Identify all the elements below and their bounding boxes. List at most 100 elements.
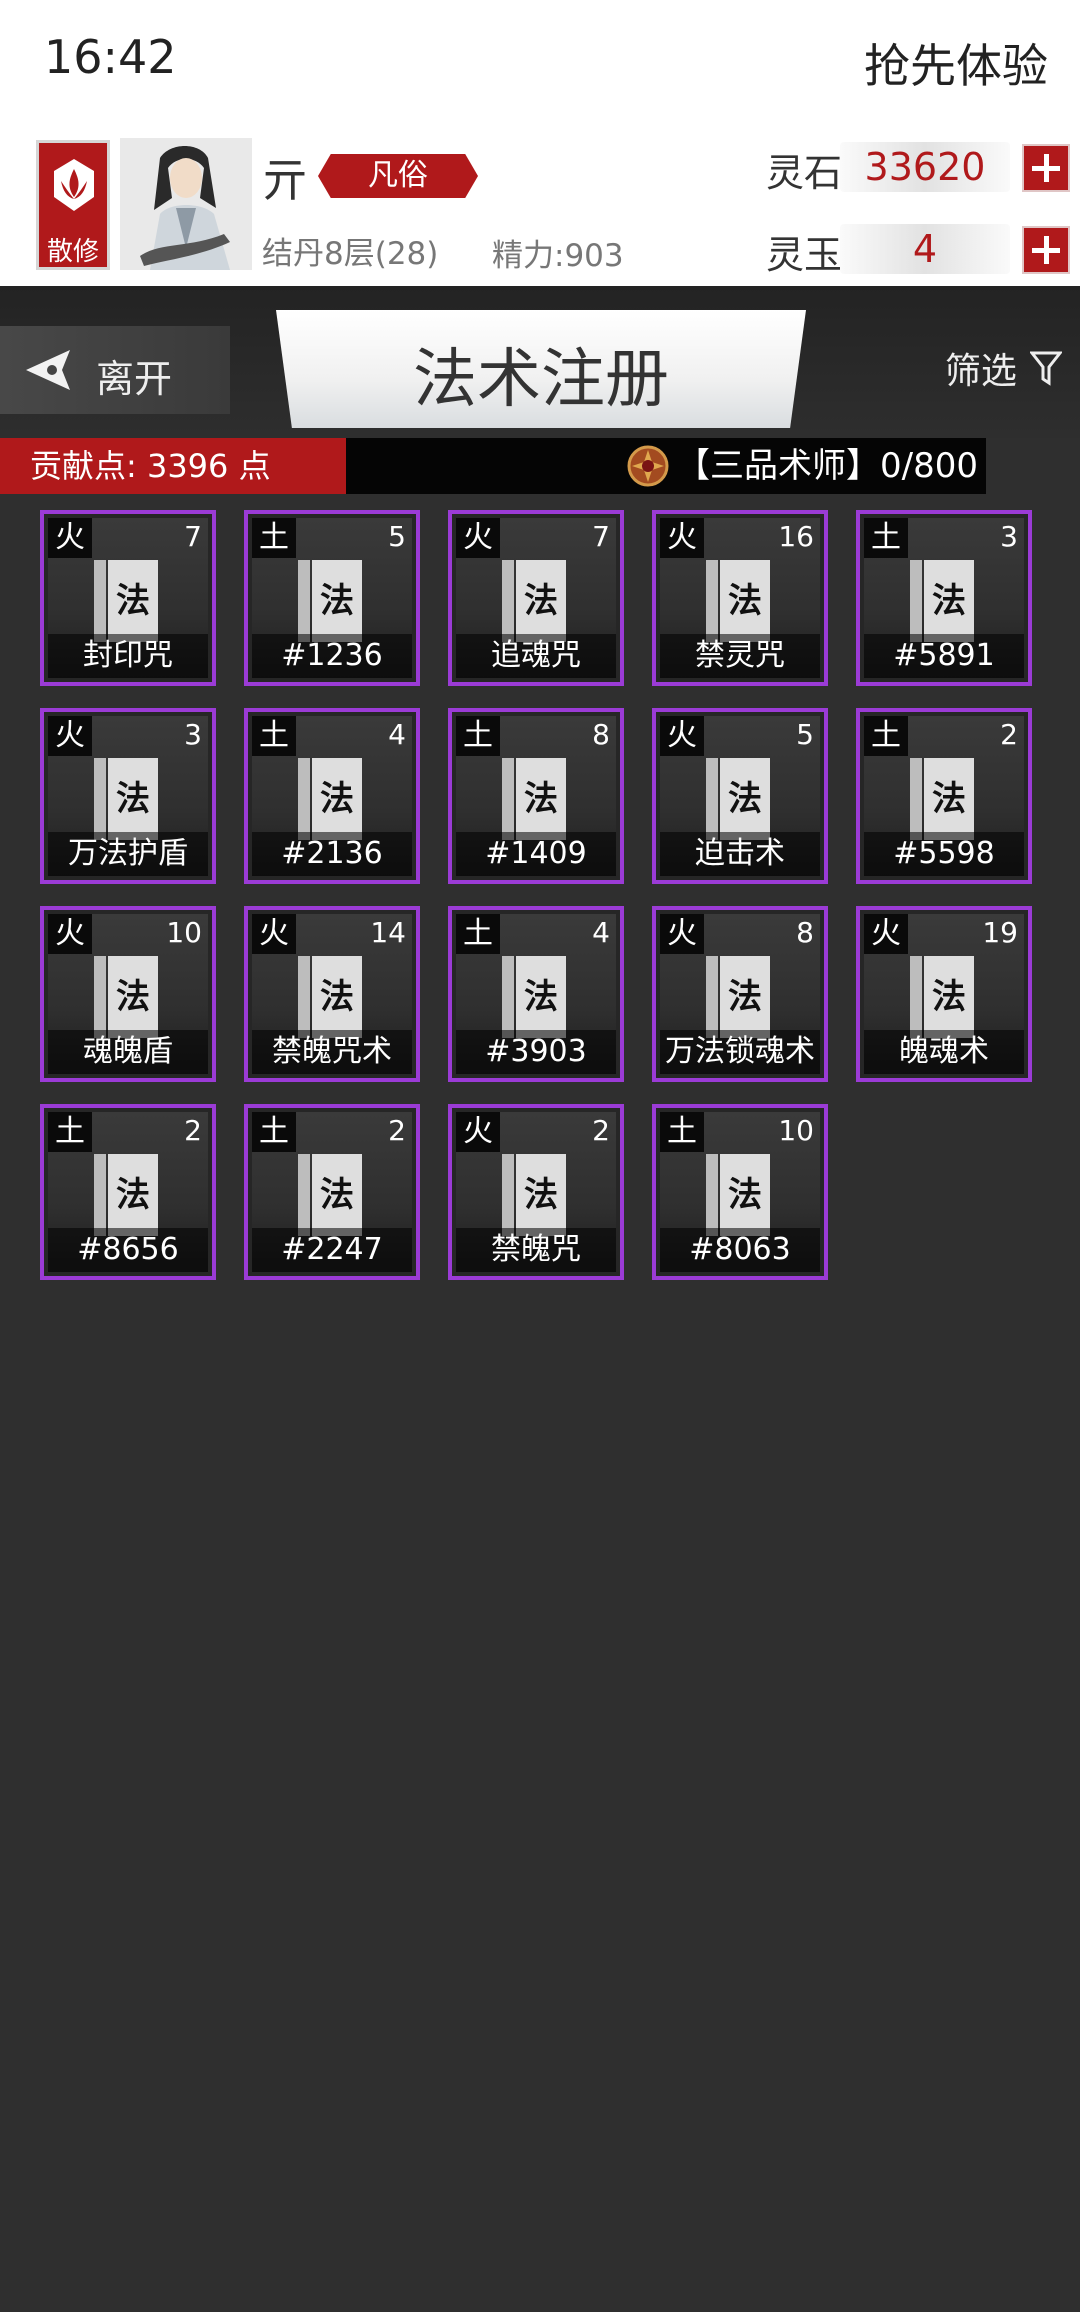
book-glyph: 法: [312, 1154, 362, 1236]
spirit-jade-label: 灵玉: [766, 233, 843, 277]
spell-card[interactable]: 土 2 法 #2247: [244, 1104, 420, 1280]
spell-level: 4: [592, 916, 610, 949]
spell-name: 禁魄咒术: [252, 1030, 412, 1074]
spell-card[interactable]: 火 10 法魂魄盾: [40, 906, 216, 1082]
card-background: 土 3 法 #5891: [864, 518, 1024, 678]
spell-card[interactable]: 火 16 法禁灵咒: [652, 510, 828, 686]
spell-level: 7: [184, 520, 202, 553]
book-glyph: 法: [924, 758, 974, 840]
title-plate: 法术注册: [276, 310, 806, 428]
book-spine: [910, 560, 922, 642]
spirit-stone-label: 灵石: [766, 151, 843, 195]
spellbook-icon: 法: [94, 758, 158, 840]
element-tag: 火: [456, 518, 500, 558]
leave-button[interactable]: 离开: [0, 326, 230, 414]
element-tag: 火: [660, 716, 704, 756]
spell-card[interactable]: 土 2 法 #8656: [40, 1104, 216, 1280]
sect-label: 散修: [46, 237, 99, 267]
avatar[interactable]: [120, 138, 252, 270]
element-tag: 火: [660, 518, 704, 558]
book-glyph: 法: [108, 956, 158, 1038]
book-spine: [502, 1154, 514, 1236]
spell-level: 2: [592, 1114, 610, 1147]
early-access-label: 抢先体验: [864, 39, 1048, 93]
element-tag: 火: [48, 518, 92, 558]
element-tag: 火: [48, 716, 92, 756]
book-spine: [298, 560, 310, 642]
add-spirit-jade-button[interactable]: [1022, 226, 1070, 274]
filter-label: 筛选: [944, 351, 1017, 392]
funnel-icon: [1030, 351, 1062, 386]
spellbook-icon: 法: [706, 1154, 770, 1236]
book-spine: [706, 560, 718, 642]
spellbook-icon: 法: [910, 560, 974, 642]
spellbook-icon: 法: [94, 1154, 158, 1236]
element-tag: 火: [456, 1112, 500, 1152]
spell-card[interactable]: 土 4 法 #2136: [244, 708, 420, 884]
player-name: 亓: [262, 153, 308, 207]
spell-card[interactable]: 火 7 法追魂咒: [448, 510, 624, 686]
book-spine: [94, 758, 106, 840]
spell-name: 万法锁魂术: [660, 1030, 820, 1074]
spell-level: 2: [184, 1114, 202, 1147]
filter-button[interactable]: 筛选: [945, 342, 1062, 394]
spell-card[interactable]: 火 3 法万法护盾: [40, 708, 216, 884]
energy-value: 精力:903: [492, 238, 624, 274]
book-spine: [706, 1154, 718, 1236]
card-background: 土 8 法 #1409: [456, 716, 616, 876]
card-background: 火 8 法万法锁魂术: [660, 914, 820, 1074]
spellbook-icon: 法: [502, 758, 566, 840]
book-glyph: 法: [312, 560, 362, 642]
element-tag: 土: [252, 716, 296, 756]
spell-name: #3903: [456, 1030, 616, 1074]
spell-card[interactable]: 土 5 法 #1236: [244, 510, 420, 686]
spell-level: 14: [370, 916, 406, 949]
spell-level: 10: [778, 1114, 814, 1147]
contribution-bar: 贡献点: 3396 点 【三品术师】0/800: [0, 438, 986, 494]
book-spine: [502, 956, 514, 1038]
spell-name: 封印咒: [48, 634, 208, 678]
card-background: 土 2 法 #5598: [864, 716, 1024, 876]
spellbook-icon: 法: [94, 956, 158, 1038]
add-spirit-stone-button[interactable]: [1022, 144, 1070, 192]
element-tag: 土: [864, 518, 908, 558]
spell-level: 4: [388, 718, 406, 751]
element-tag: 土: [660, 1112, 704, 1152]
spell-name: 魄魂术: [864, 1030, 1024, 1074]
card-background: 火 5 法迫击术: [660, 716, 820, 876]
spell-card[interactable]: 土 8 法 #1409: [448, 708, 624, 884]
spell-card[interactable]: 火 7 法封印咒: [40, 510, 216, 686]
book-spine: [94, 1154, 106, 1236]
book-glyph: 法: [516, 1154, 566, 1236]
medal-icon: [627, 445, 669, 487]
spell-card[interactable]: 火 19 法魄魂术: [856, 906, 1032, 1082]
spell-card[interactable]: 火 5 法迫击术: [652, 708, 828, 884]
spell-card[interactable]: 土 3 法 #5891: [856, 510, 1032, 686]
spell-card[interactable]: 火 8 法万法锁魂术: [652, 906, 828, 1082]
spirit-stone-value: 33620: [840, 142, 1010, 192]
spell-card[interactable]: 土 2 法 #5598: [856, 708, 1032, 884]
book-spine: [502, 560, 514, 642]
book-spine: [910, 758, 922, 840]
spell-card[interactable]: 火 2 法禁魄咒: [448, 1104, 624, 1280]
card-background: 土 4 法 #2136: [252, 716, 412, 876]
element-tag: 土: [456, 914, 500, 954]
sect-badge[interactable]: 散修: [36, 140, 110, 270]
card-background: 土 2 法 #8656: [48, 1112, 208, 1272]
spell-card[interactable]: 土 10 法 #8063: [652, 1104, 828, 1280]
card-background: 火 10 法魂魄盾: [48, 914, 208, 1074]
book-spine: [910, 956, 922, 1038]
spell-card[interactable]: 土 4 法 #3903: [448, 906, 624, 1082]
element-tag: 火: [252, 914, 296, 954]
spell-card[interactable]: 火 14 法禁魄咒术: [244, 906, 420, 1082]
back-arrow-icon: [26, 350, 70, 390]
element-tag: 土: [252, 1112, 296, 1152]
contribution-points: 贡献点: 3396 点: [0, 438, 346, 494]
spell-level: 2: [1000, 718, 1018, 751]
spell-name: #1409: [456, 832, 616, 876]
book-glyph: 法: [924, 956, 974, 1038]
spell-name: #8656: [48, 1228, 208, 1272]
cultivation-realm: 结丹8层(28): [262, 236, 439, 272]
element-tag: 土: [252, 518, 296, 558]
card-background: 土 10 法 #8063: [660, 1112, 820, 1272]
